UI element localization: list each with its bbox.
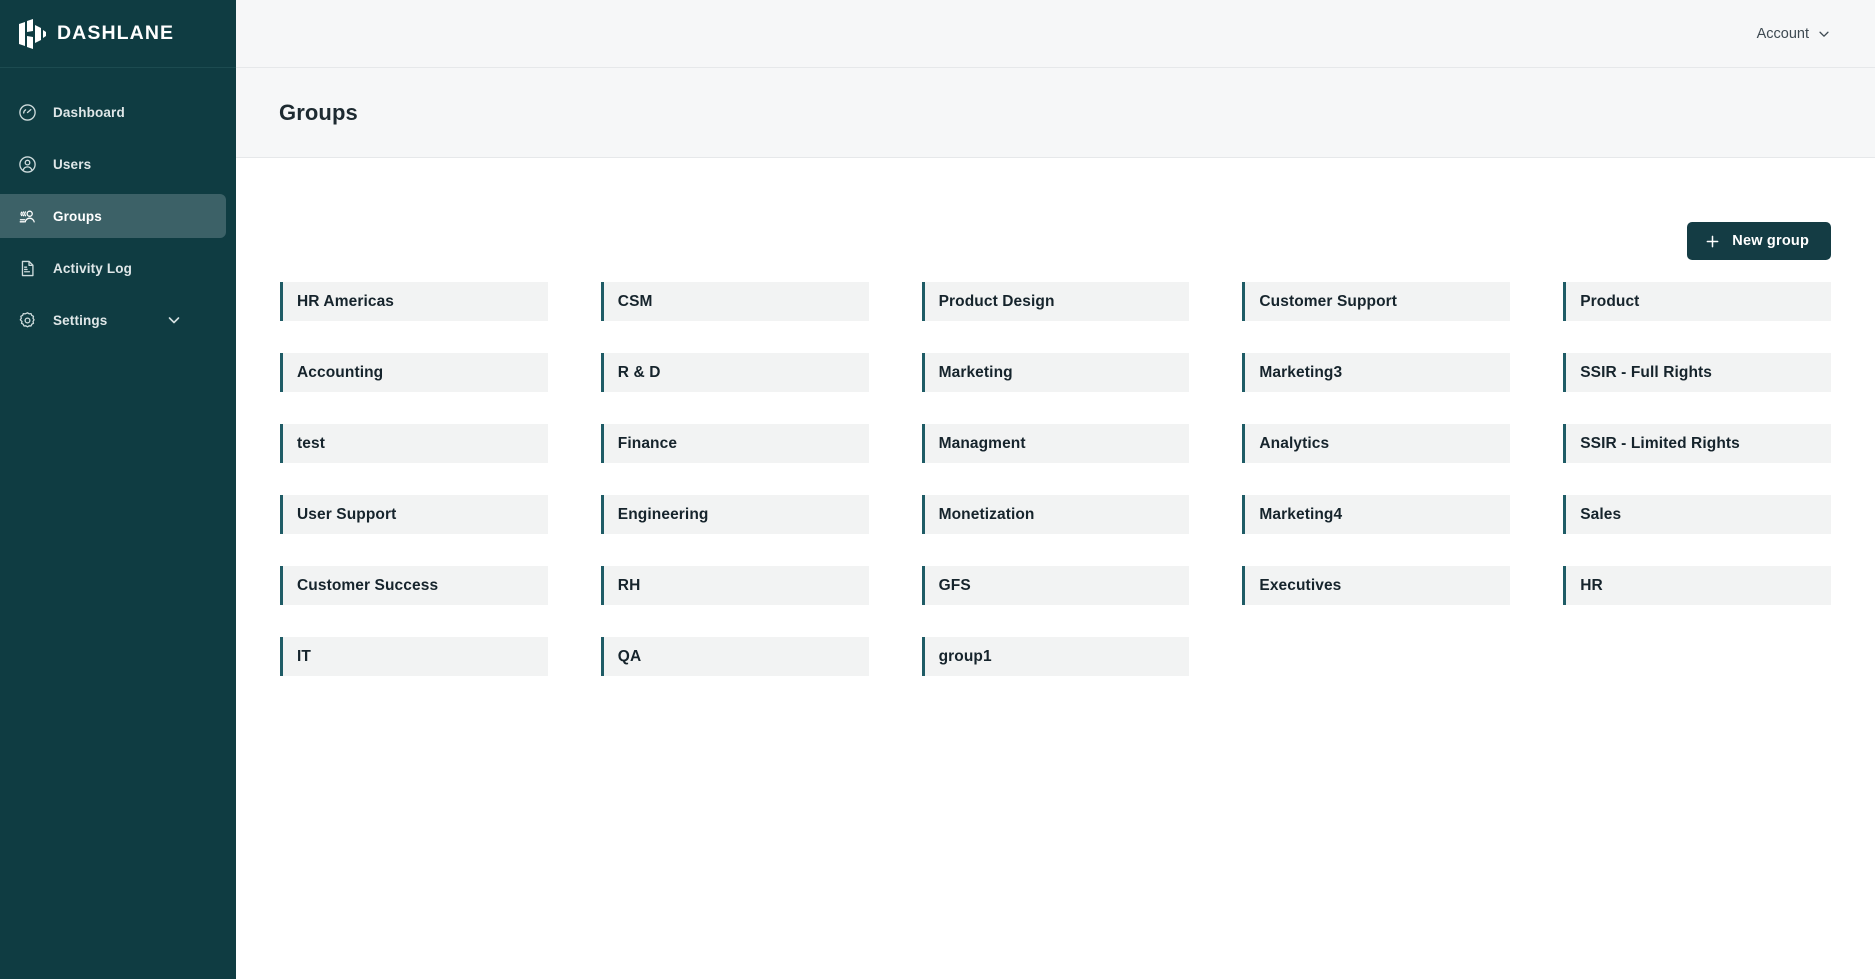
group-card-label: User Support [297,505,397,523]
dashlane-logo-icon [18,18,46,49]
page-header: Groups [236,68,1875,158]
user-circle-icon [18,155,37,174]
group-card-label: R & D [617,363,661,381]
app-root: DASHLANE Dashboard Users Groups Activity… [0,0,1875,979]
account-menu[interactable]: Account [1757,26,1831,42]
group-card-label: RH [617,576,641,594]
plus-icon [1705,234,1720,249]
group-card-label: Managment [938,434,1026,452]
group-card-label: SSIR - Limited Rights [1580,434,1740,452]
toolbar: New group [280,158,1831,260]
brand-name: DASHLANE [57,22,175,44]
group-card[interactable]: group1 [921,637,1190,676]
group-card[interactable]: R & D [600,353,869,392]
group-card-label: HR Americas [297,292,395,310]
sidebar: DASHLANE Dashboard Users Groups Activity… [0,0,236,979]
sidebar-item-dashboard[interactable]: Dashboard [0,90,226,134]
group-card[interactable]: Product Design [921,282,1190,321]
group-card-label: CSM [617,292,653,310]
group-card-label: Accounting [297,363,384,381]
group-card[interactable]: Customer Support [1242,282,1511,321]
group-card[interactable]: SSIR - Limited Rights [1563,424,1831,463]
page-content: New group HR Americas CSM Product Design Cu… [236,158,1875,979]
group-card-label: GFS [938,576,971,594]
group-card[interactable]: RH [600,566,869,605]
group-card[interactable]: Customer Success [280,566,548,605]
chevron-down-icon[interactable] [166,312,182,328]
group-card-label: Finance [617,434,678,452]
group-card[interactable]: Engineering [600,495,869,534]
sidebar-item-label: Groups [53,208,102,224]
group-card[interactable]: QA [600,637,869,676]
group-card-label: Monetization [938,505,1035,523]
group-card[interactable]: Monetization [921,495,1190,534]
gauge-icon [18,103,37,122]
group-card[interactable]: Marketing3 [1242,353,1511,392]
people-group-icon [18,207,37,226]
group-card[interactable]: Accounting [280,353,548,392]
group-card-label: QA [617,647,642,665]
group-card[interactable]: Finance [600,424,869,463]
sidebar-item-settings[interactable]: Settings [0,298,226,342]
group-card[interactable]: Sales [1563,495,1831,534]
account-label: Account [1756,25,1809,42]
brand[interactable]: DASHLANE [0,0,236,68]
group-card[interactable]: IT [280,637,548,676]
sidebar-item-label: Activity Log [53,260,133,276]
group-card-label: Executives [1259,576,1342,594]
group-card[interactable]: GFS [921,566,1190,605]
group-card-label: IT [297,647,311,665]
sidebar-item-label: Dashboard [53,104,125,120]
gear-icon [18,311,37,330]
group-card[interactable]: HR [1563,566,1831,605]
group-card[interactable]: Executives [1242,566,1511,605]
group-card-label: Marketing3 [1259,363,1343,381]
new-group-button-label: New group [1732,233,1809,249]
group-card[interactable]: SSIR - Full Rights [1563,353,1831,392]
new-group-button[interactable]: New group [1687,222,1831,260]
sidebar-item-groups[interactable]: Groups [0,194,226,238]
groups-grid: HR Americas CSM Product Design Customer Sup… [280,282,1831,676]
sidebar-item-label: Settings [53,312,108,328]
group-card[interactable]: Marketing4 [1242,495,1511,534]
sidebar-item-label: Users [53,156,92,172]
group-card[interactable]: HR Americas [280,282,548,321]
group-card-label: Product Design [938,292,1055,310]
group-card-label: Sales [1580,505,1622,523]
group-card-label: Product [1580,292,1640,310]
group-card-label: Marketing [938,363,1013,381]
group-card[interactable]: CSM [600,282,869,321]
page-title: Groups [279,99,358,125]
sidebar-nav: Dashboard Users Groups Activity Log Sett… [0,68,236,350]
group-card[interactable]: User Support [280,495,548,534]
group-card[interactable]: Product [1563,282,1831,321]
group-card-label: HR [1580,576,1603,594]
group-card[interactable]: test [280,424,548,463]
group-card-label: test [297,434,325,452]
sidebar-item-users[interactable]: Users [0,142,226,186]
group-card-label: group1 [938,647,992,665]
group-card-label: Engineering [617,505,709,523]
chevron-down-icon [1817,27,1831,41]
group-card-label: Customer Success [297,576,439,594]
group-card[interactable]: Analytics [1242,424,1511,463]
document-icon [18,259,37,278]
group-card-label: Marketing4 [1259,505,1343,523]
group-card[interactable]: Managment [921,424,1190,463]
group-card[interactable]: Marketing [921,353,1190,392]
group-card-label: Customer Support [1259,292,1398,310]
topbar: Account [236,0,1875,68]
sidebar-item-activity-log[interactable]: Activity Log [0,246,226,290]
main-area: Account Groups New group HR Americas CSM… [236,0,1875,979]
group-card-label: Analytics [1259,434,1330,452]
group-card-label: SSIR - Full Rights [1580,363,1713,381]
